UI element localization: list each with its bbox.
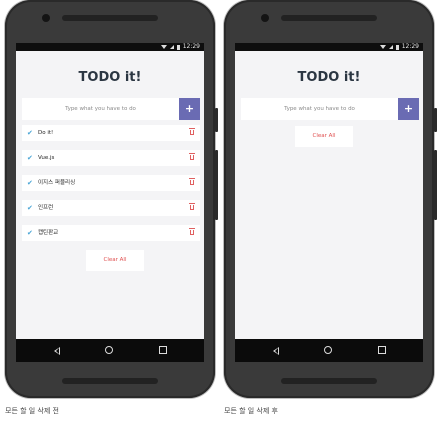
check-icon[interactable]: ✔	[27, 227, 33, 239]
item-label: 이지스 퍼블리싱	[38, 180, 76, 186]
check-icon[interactable]: ✔	[27, 152, 33, 164]
list-item[interactable]: ✔ 이지스 퍼블리싱	[22, 175, 200, 191]
recent-apps-icon[interactable]	[159, 346, 167, 354]
todo-list: ✔ Do it! ✔ Vue.js ✔ 이지스 퍼블리싱 ✔ 인프런 ✔ 캡틴판…	[22, 125, 200, 250]
trash-icon[interactable]	[189, 203, 195, 210]
item-label: 캡틴판교	[38, 230, 59, 236]
trash-icon[interactable]	[189, 153, 195, 160]
trash-icon[interactable]	[189, 178, 195, 185]
volume-button	[215, 150, 218, 220]
clear-all-button[interactable]: Clear All	[86, 250, 144, 271]
item-label: Do it!	[38, 130, 54, 136]
check-icon[interactable]: ✔	[27, 202, 33, 214]
phone-frame: 12:29 TODO it! + Clear All	[224, 0, 437, 398]
clear-all-button[interactable]: Clear All	[295, 126, 353, 147]
status-time: 12:29	[401, 43, 419, 50]
list-item[interactable]: ✔ 캡틴판교	[22, 225, 200, 241]
figure-caption: 모든 할 일 삭제 후	[224, 407, 278, 415]
list-item[interactable]: ✔ Vue.js	[22, 150, 200, 166]
app-screen: 12:29 TODO it! + Clear All	[235, 43, 423, 362]
signal-icon	[388, 45, 393, 49]
todo-input[interactable]	[241, 98, 398, 120]
battery-icon	[176, 44, 180, 50]
status-bar: 12:29	[16, 43, 204, 51]
phone-frame: 12:29 TODO it! + ✔ Do it! ✔ Vue.js	[5, 0, 218, 398]
input-row: +	[22, 98, 200, 120]
power-button	[215, 108, 218, 132]
camera-icon	[261, 14, 269, 22]
todo-input[interactable]	[22, 98, 179, 120]
check-icon[interactable]: ✔	[27, 127, 33, 139]
add-button[interactable]: +	[398, 98, 419, 120]
android-nav-bar	[16, 339, 204, 362]
battery-icon	[395, 44, 399, 50]
speaker-grille	[281, 378, 377, 384]
speaker-grille	[62, 15, 158, 21]
check-icon[interactable]: ✔	[27, 177, 33, 189]
speaker-grille	[62, 378, 158, 384]
item-label: Vue.js	[38, 155, 55, 161]
home-icon[interactable]	[105, 346, 113, 354]
trash-icon[interactable]	[189, 228, 195, 235]
app-title: TODO it!	[297, 70, 361, 85]
trash-icon[interactable]	[189, 128, 195, 135]
item-label: 인프런	[38, 205, 54, 211]
figure-after: 12:29 TODO it! + Clear All 모든 할 일 삭제 후	[224, 0, 437, 435]
status-time: 12:29	[182, 43, 200, 50]
back-icon[interactable]	[273, 347, 279, 355]
add-button[interactable]: +	[179, 98, 200, 120]
status-bar: 12:29	[235, 43, 423, 51]
volume-button	[434, 150, 437, 220]
figure-caption: 모든 할 일 삭제 전	[5, 407, 59, 415]
figure-before: 12:29 TODO it! + ✔ Do it! ✔ Vue.js	[5, 0, 218, 435]
home-icon[interactable]	[324, 346, 332, 354]
list-item[interactable]: ✔ Do it!	[22, 125, 200, 141]
speaker-grille	[281, 15, 377, 21]
power-button	[434, 108, 437, 132]
camera-icon	[42, 14, 50, 22]
wifi-icon	[160, 45, 167, 49]
app-title: TODO it!	[78, 70, 142, 85]
input-row: +	[241, 98, 419, 120]
recent-apps-icon[interactable]	[378, 346, 386, 354]
signal-icon	[169, 45, 174, 49]
list-item[interactable]: ✔ 인프런	[22, 200, 200, 216]
wifi-icon	[379, 45, 386, 49]
app-screen: 12:29 TODO it! + ✔ Do it! ✔ Vue.js	[16, 43, 204, 362]
back-icon[interactable]	[54, 347, 60, 355]
android-nav-bar	[235, 339, 423, 362]
